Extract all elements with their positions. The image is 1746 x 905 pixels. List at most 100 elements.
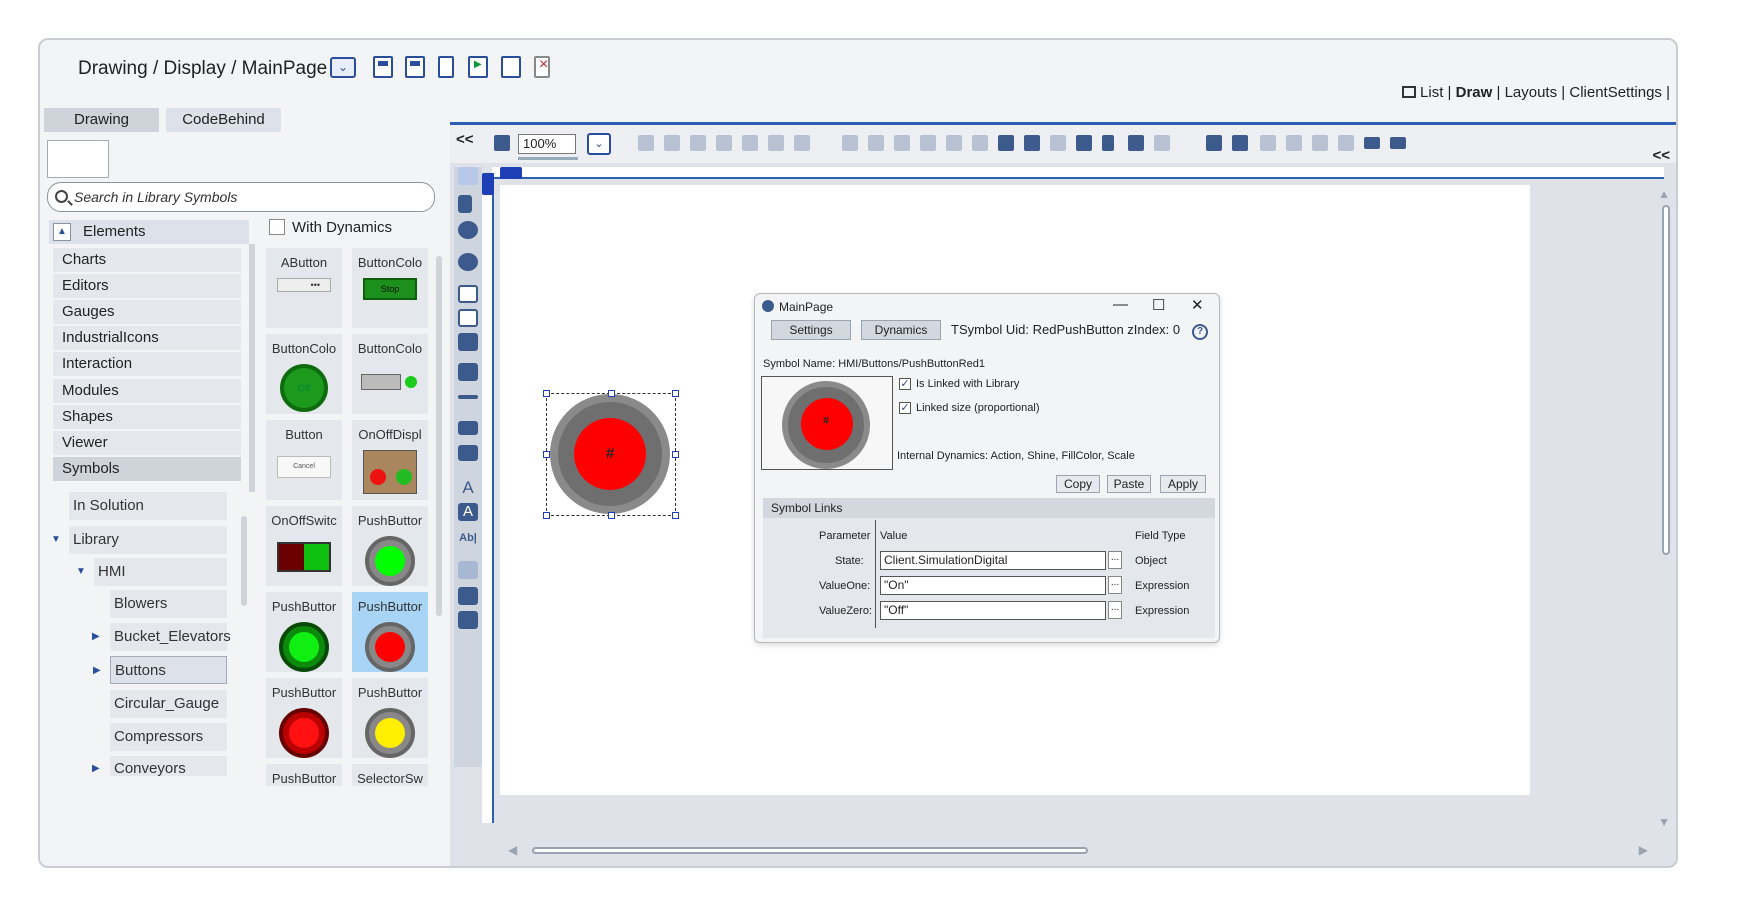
ruler-marker[interactable] xyxy=(482,173,494,195)
ungroup-icon[interactable] xyxy=(664,135,680,151)
horizontal-scrollbar[interactable] xyxy=(532,847,1088,854)
flip-icon[interactable] xyxy=(1232,135,1248,151)
lock-all-icon[interactable] xyxy=(1312,135,1328,151)
elements-header[interactable]: ▲ Elements xyxy=(49,220,249,244)
ellipse-tool-icon[interactable] xyxy=(458,309,478,327)
mirror-icon[interactable] xyxy=(1206,135,1222,151)
image-link-icon[interactable] xyxy=(458,611,478,629)
collapsed-arrow-icon[interactable]: ▶ xyxy=(93,657,101,685)
align-top-icon[interactable] xyxy=(920,135,936,151)
scroll-down-arrow-icon[interactable]: ▼ xyxy=(1658,815,1670,829)
tree-conveyors[interactable]: ▶ Conveyors xyxy=(92,756,227,777)
tree-circular-gauge[interactable]: Circular_Gauge xyxy=(110,690,227,718)
collapsed-arrow-icon[interactable]: ▶ xyxy=(92,623,100,651)
category-industrialicons[interactable]: IndustrialIcons xyxy=(53,326,241,350)
library-item-selectorswitch[interactable]: SelectorSw xyxy=(352,764,428,786)
tree-blowers[interactable]: Blowers xyxy=(110,590,227,618)
button-tool-icon[interactable] xyxy=(458,421,478,435)
text-tool-icon[interactable]: A xyxy=(458,479,478,497)
intersect-icon[interactable] xyxy=(742,135,758,151)
valuezero-browse-button[interactable]: ... xyxy=(1108,601,1122,619)
valuezero-input[interactable]: "Off" xyxy=(880,601,1106,620)
run-display-icon[interactable] xyxy=(468,56,488,78)
category-interaction[interactable]: Interaction xyxy=(53,352,241,376)
tree-compressors[interactable]: Compressors xyxy=(110,723,227,751)
library-item-pushbutton[interactable]: PushButtor xyxy=(266,764,342,786)
maximize-button[interactable]: ☐ xyxy=(1152,296,1165,314)
save-icon[interactable] xyxy=(373,56,393,78)
align-middle-icon[interactable] xyxy=(946,135,962,151)
textinput-tool-icon[interactable]: Ab| xyxy=(458,529,478,547)
unlock-all-icon[interactable] xyxy=(1338,135,1354,151)
category-editors[interactable]: Editors xyxy=(53,274,241,298)
zoom-slider[interactable] xyxy=(518,157,578,160)
collapsed-arrow-icon[interactable]: ▶ xyxy=(92,756,100,782)
library-item-onoffswitch[interactable]: OnOffSwitc xyxy=(266,506,342,586)
subtract-icon[interactable] xyxy=(794,135,810,151)
zoom-dropdown[interactable]: ⌄ xyxy=(587,133,611,155)
tree-in-solution[interactable]: In Solution xyxy=(69,492,227,520)
link-layouts[interactable]: Layouts xyxy=(1505,84,1558,101)
lock-icon[interactable] xyxy=(1260,135,1276,151)
image-edit-icon[interactable] xyxy=(458,587,478,605)
expanded-arrow-icon[interactable]: ▼ xyxy=(76,558,86,586)
flip-horizontal-icon[interactable] xyxy=(1076,135,1092,151)
library-item-onoffdisplay[interactable]: OnOffDispl xyxy=(352,420,428,500)
union-icon[interactable] xyxy=(716,135,732,151)
align-right-icon[interactable] xyxy=(894,135,910,151)
bring-front-icon[interactable] xyxy=(998,135,1014,151)
valueone-input[interactable]: "On" xyxy=(880,576,1106,595)
exclude-icon[interactable] xyxy=(768,135,784,151)
tab-dynamics[interactable]: Dynamics xyxy=(861,320,941,340)
elements-scrollbar[interactable] xyxy=(249,244,255,492)
vertical-scrollbar[interactable] xyxy=(1662,205,1670,555)
library-item-button[interactable]: Button Cancel xyxy=(266,420,342,500)
category-modules[interactable]: Modules xyxy=(53,379,241,403)
distribute-icon[interactable] xyxy=(1154,135,1170,151)
library-item-buttoncolor-off[interactable]: ButtonColo Off xyxy=(266,334,342,414)
link-clientsettings[interactable]: ClientSettings xyxy=(1569,84,1662,101)
linked-library-checkbox[interactable]: ✓ xyxy=(899,378,911,390)
category-symbols[interactable]: Symbols xyxy=(53,457,241,481)
link-draw[interactable]: Draw xyxy=(1456,84,1493,101)
line-tool-icon[interactable] xyxy=(458,395,478,399)
search-input[interactable]: Search in Library Symbols xyxy=(47,182,435,212)
grid-icon[interactable] xyxy=(494,135,510,151)
collapse-right-button[interactable]: << xyxy=(1652,147,1670,164)
tree-hmi[interactable]: ▼ HMI xyxy=(76,558,227,586)
resize-handle[interactable] xyxy=(543,512,550,519)
help-icon[interactable]: ? xyxy=(1192,324,1208,340)
rectangle-tool-icon[interactable] xyxy=(458,285,478,303)
tab-codebehind[interactable]: CodeBehind xyxy=(166,108,281,132)
paste-button[interactable]: Paste xyxy=(1107,475,1151,493)
rotate-icon[interactable] xyxy=(1128,135,1144,151)
library-item-pushbutton-yellow[interactable]: PushButtor xyxy=(352,678,428,758)
select-arrow-icon[interactable] xyxy=(458,167,478,185)
collapse-left-button[interactable]: << xyxy=(456,131,474,148)
category-gauges[interactable]: Gauges xyxy=(53,300,241,324)
align-left-icon[interactable] xyxy=(842,135,858,151)
expanded-arrow-icon[interactable]: ▼ xyxy=(51,526,61,554)
hand-pan-icon[interactable] xyxy=(458,221,478,239)
layer-icon[interactable] xyxy=(1050,135,1066,151)
library-item-pushbutton-red-selected[interactable]: PushButtor xyxy=(352,592,428,672)
panel-tool-icon[interactable] xyxy=(458,445,478,461)
library-item-buttoncolor-stop[interactable]: ButtonColo Stop xyxy=(352,248,428,328)
library-item-buttoncolor-led[interactable]: ButtonColo xyxy=(352,334,428,414)
settings-gear-icon[interactable] xyxy=(458,253,478,271)
linked-size-checkbox[interactable]: ✓ xyxy=(899,402,911,414)
collapse-up-icon[interactable]: ▲ xyxy=(53,223,71,241)
align-bottom-icon[interactable] xyxy=(972,135,988,151)
copy-page-icon[interactable] xyxy=(501,56,521,78)
page-dropdown-button[interactable]: ⌄ xyxy=(330,57,356,78)
zoom-input[interactable]: 100% xyxy=(518,134,576,154)
library-item-abutton[interactable]: AButton ••• xyxy=(266,248,342,328)
polyline-tool-icon[interactable] xyxy=(458,363,478,381)
copy-button[interactable]: Copy xyxy=(1056,475,1100,493)
resize-handle[interactable] xyxy=(672,451,679,458)
scroll-left-arrow-icon[interactable]: ◀ xyxy=(508,843,517,857)
scroll-right-arrow-icon[interactable]: ▶ xyxy=(1639,843,1648,857)
text-box-tool-icon[interactable]: A xyxy=(458,503,478,521)
new-page-icon[interactable] xyxy=(438,56,454,78)
resize-handle[interactable] xyxy=(672,512,679,519)
